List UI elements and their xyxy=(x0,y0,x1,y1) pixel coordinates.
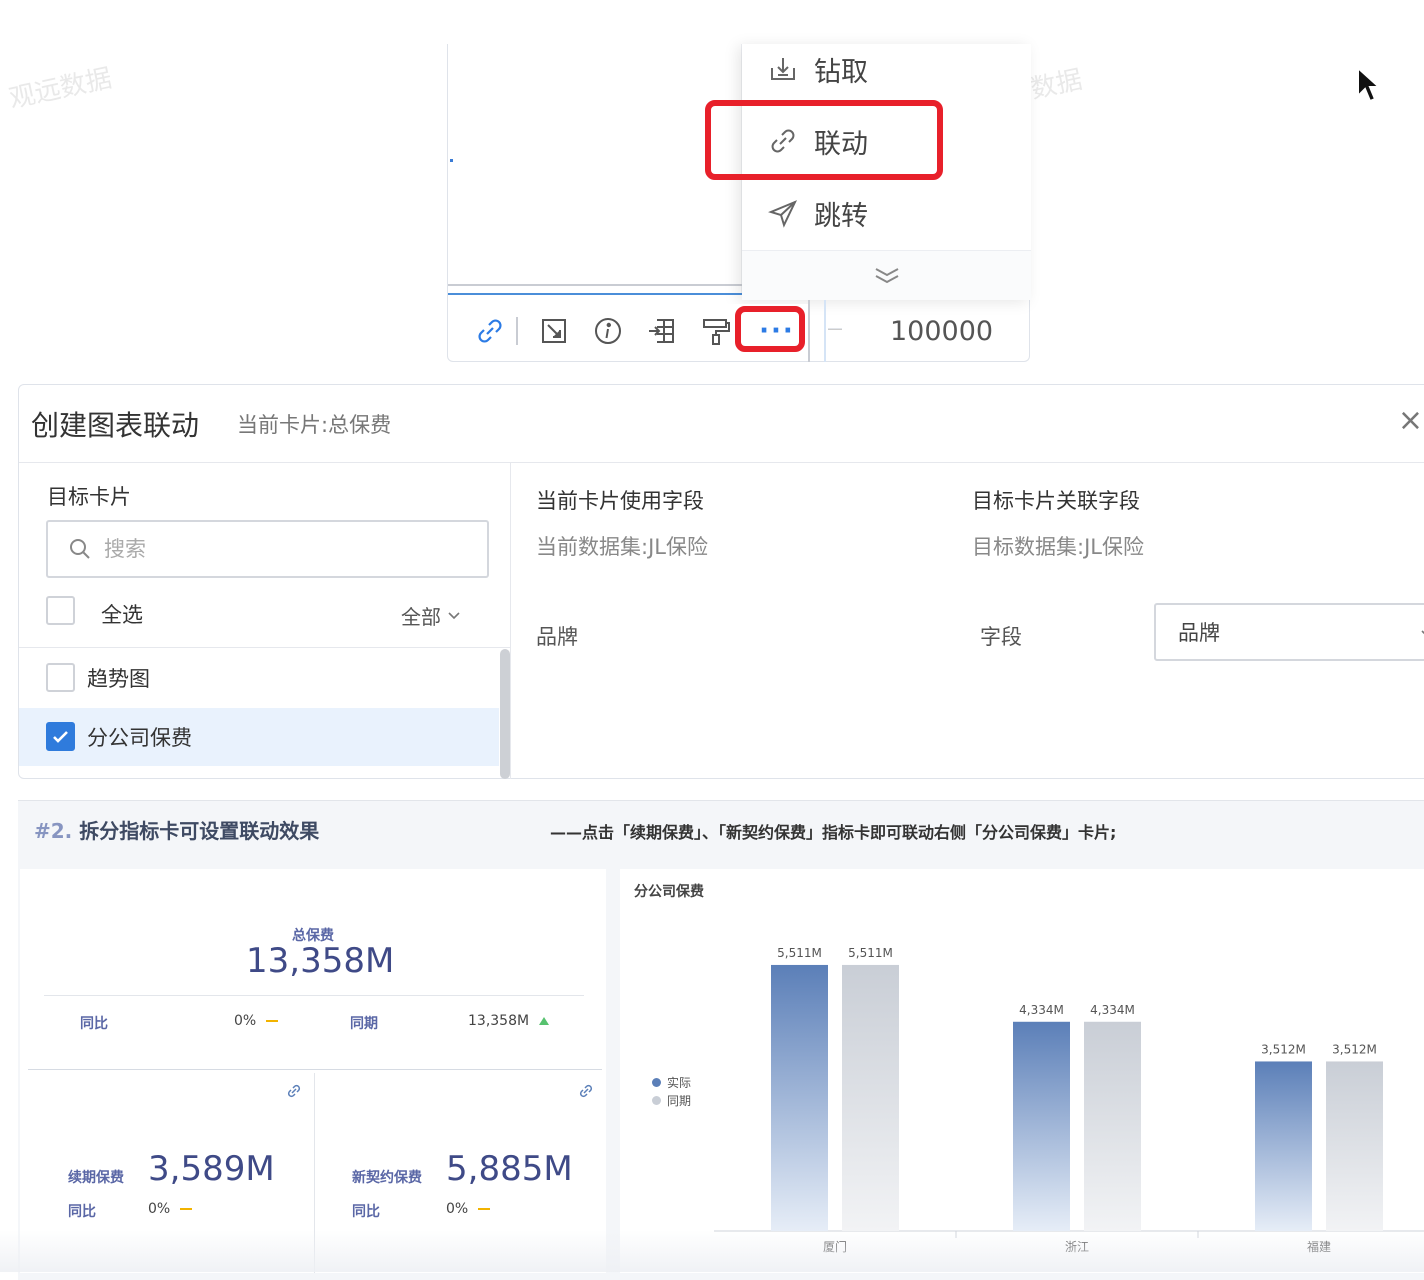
target-dataset: 目标数据集:JL保险 xyxy=(972,535,1144,559)
total-yoy: 0% xyxy=(234,1013,279,1029)
bar-actual[interactable] xyxy=(1255,1061,1312,1231)
chevron-double-down-icon xyxy=(875,267,898,283)
item-checkbox[interactable] xyxy=(46,663,75,692)
bar-period[interactable] xyxy=(1326,1061,1383,1231)
x-tick-label: 福建 xyxy=(1307,1239,1331,1254)
menu-expand-button[interactable] xyxy=(742,251,1031,300)
x-tick-label: 浙江 xyxy=(1065,1240,1089,1254)
list-item[interactable]: 分公司保费 xyxy=(19,708,499,766)
renewal-premium-label[interactable]: 续期保费 xyxy=(68,1167,124,1187)
list-item-label: 分公司保费 xyxy=(87,726,192,750)
search-box[interactable] xyxy=(46,520,489,578)
total-period: 13,358M xyxy=(468,1013,550,1029)
section-number: #2. xyxy=(34,819,73,843)
new-contract-premium-label[interactable]: 新契约保费 xyxy=(352,1167,422,1187)
list-item-label: 趋势图 xyxy=(87,667,150,691)
bar-data-label: 5,511M xyxy=(848,946,893,960)
total-premium-value: 13,358M xyxy=(246,941,395,981)
section-note: ——点击「续期保费」、「新契约保费」指标卡即可联动右侧「分公司保费」卡片; xyxy=(550,823,1117,842)
bar-period[interactable] xyxy=(1084,1021,1141,1231)
new-contract-premium-value[interactable]: 5,885M xyxy=(446,1149,573,1189)
total-period-label: 同期 xyxy=(350,1016,378,1032)
menu-item-jump[interactable]: 跳转 xyxy=(742,178,1031,248)
link-icon xyxy=(478,319,502,343)
menu-item-label: 跳转 xyxy=(814,200,868,232)
search-input[interactable] xyxy=(104,537,404,561)
target-field-select[interactable]: 品牌 xyxy=(1154,603,1424,661)
list-item[interactable]: 趋势图 xyxy=(19,649,499,707)
check-icon xyxy=(53,731,68,743)
toolbar-link-button[interactable] xyxy=(468,309,512,353)
dialog-title: 创建图表联动 xyxy=(31,408,200,442)
bar-actual[interactable] xyxy=(1013,1021,1070,1231)
watermark: 数据 xyxy=(1027,64,1086,106)
branch-premium-chart-card: 分公司保费 实际 同期 5,511M 5,511M 厦门 4,334M 4,334M 浙江… xyxy=(620,869,1424,1273)
target-field-header: 目标卡片关联字段 xyxy=(972,489,1140,513)
menu-item-label: 钻取 xyxy=(814,56,868,88)
expand-icon xyxy=(542,319,566,343)
bar-period[interactable] xyxy=(842,964,899,1231)
target-card-label: 目标卡片 xyxy=(47,485,131,509)
toolbar-expand-button[interactable] xyxy=(532,309,576,353)
field-mapping-pane: 当前卡片使用字段 当前数据集:JL保险 目标卡片关联字段 目标数据集:JL保险 … xyxy=(512,463,1424,779)
select-all-checkbox[interactable] xyxy=(46,596,75,625)
table-value-cell: 100000 xyxy=(808,300,1031,362)
close-icon[interactable]: × xyxy=(1398,403,1423,438)
item-checkbox[interactable] xyxy=(46,722,75,751)
scrollbar[interactable] xyxy=(500,649,510,779)
toolbar-format-painter-button[interactable] xyxy=(694,309,738,353)
search-icon xyxy=(70,539,90,559)
drill-icon xyxy=(771,58,795,80)
dialog-subtitle: 当前卡片:总保费 xyxy=(237,412,392,437)
bar-data-label: 3,512M xyxy=(1332,1042,1377,1056)
bar-data-label: 3,512M xyxy=(1261,1042,1306,1056)
info-icon xyxy=(595,318,621,344)
cell-value: 100000 xyxy=(890,315,994,347)
current-field-name: 品牌 xyxy=(536,625,578,649)
highlight-box xyxy=(735,306,805,352)
link-icon[interactable] xyxy=(286,1083,302,1099)
renewal-yoy: 0% xyxy=(148,1201,193,1217)
watermark: 观远数据 xyxy=(6,63,115,115)
target-card-pane: 目标卡片 全选 全部 趋势图 分公司保费 xyxy=(19,463,511,779)
current-field-header: 当前卡片使用字段 xyxy=(536,489,704,513)
chevron-down-icon xyxy=(448,611,460,619)
format-painter-icon xyxy=(703,319,730,345)
kpi-panel: 总保费 13,358M 同比 0% 同期 13,358M 续期保费 3,589M… xyxy=(20,869,606,1273)
target-field-value: 品牌 xyxy=(1178,621,1220,645)
bar-data-label: 4,334M xyxy=(1090,1003,1135,1017)
filter-dropdown-label: 全部 xyxy=(401,605,441,629)
total-yoy-label: 同比 xyxy=(80,1016,108,1032)
select-all-label: 全选 xyxy=(101,603,143,627)
chevron-down-icon xyxy=(1421,630,1424,635)
section-title: #2. 拆分指标卡可设置联动效果 xyxy=(34,815,319,844)
export-icon xyxy=(649,319,674,343)
current-dataset: 当前数据集:JL保险 xyxy=(536,535,708,559)
x-tick-label: 厦门 xyxy=(823,1239,847,1254)
chart-area xyxy=(448,44,742,295)
toolbar-info-button[interactable] xyxy=(586,309,630,353)
new-contract-yoy-label: 同比 xyxy=(352,1204,380,1220)
menu-item-drill[interactable]: 钻取 xyxy=(742,34,1031,104)
toolbar-export-button[interactable] xyxy=(640,309,684,353)
mouse-cursor-icon xyxy=(1357,66,1382,103)
filter-dropdown[interactable]: 全部 xyxy=(401,601,461,630)
dashboard-section: #2. 拆分指标卡可设置联动效果 ——点击「续期保费」、「新契约保费」指标卡即可… xyxy=(18,800,1424,1280)
renewal-yoy-label: 同比 xyxy=(68,1204,96,1220)
field-label: 字段 xyxy=(980,625,1022,649)
renewal-premium-value[interactable]: 3,589M xyxy=(148,1149,275,1189)
create-chart-link-dialog: 创建图表联动 当前卡片:总保费 × 目标卡片 全选 全部 趋势图 分公司保费 xyxy=(18,384,1424,779)
send-icon xyxy=(768,200,798,228)
highlight-box xyxy=(705,100,943,180)
bar-data-label: 4,334M xyxy=(1019,1003,1064,1017)
dialog-header: 创建图表联动 当前卡片:总保费 × xyxy=(19,385,1424,463)
section-title-text: 拆分指标卡可设置联动效果 xyxy=(79,819,320,843)
bar-chart: 5,511M 5,511M 厦门 4,334M 4,334M 浙江 3,512M 3,512M… xyxy=(714,946,1424,1254)
bar-data-label: 5,511M xyxy=(777,946,822,960)
link-icon[interactable] xyxy=(578,1083,594,1099)
new-contract-yoy: 0% xyxy=(446,1201,491,1217)
bar-actual[interactable] xyxy=(771,964,828,1231)
